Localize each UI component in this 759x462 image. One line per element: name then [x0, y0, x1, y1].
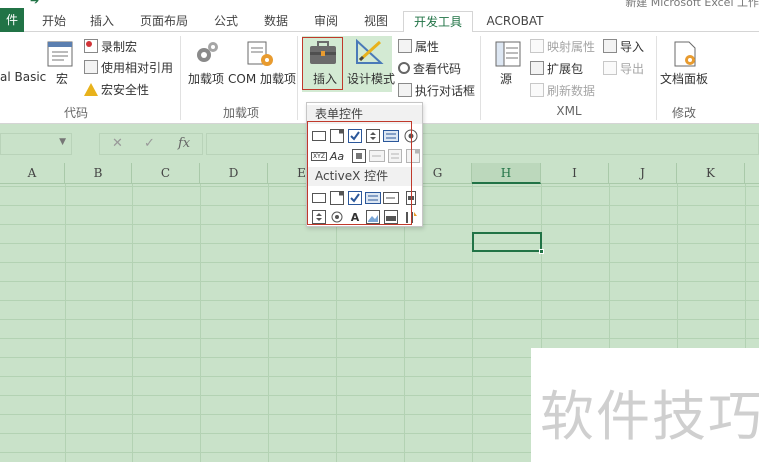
group-divider [180, 36, 181, 120]
export-icon [603, 61, 617, 75]
tab-acrobat[interactable]: ACROBAT [480, 11, 550, 33]
column-header-k[interactable]: K [677, 163, 745, 184]
grid-line [268, 184, 269, 462]
column-header-i[interactable]: I [541, 163, 609, 184]
macro-button[interactable]: 宏 [56, 70, 68, 87]
xml-source-button[interactable]: 源 [500, 70, 512, 87]
tab-review[interactable]: 审阅 [306, 11, 346, 33]
map-properties-icon [530, 39, 544, 53]
gear-icon [197, 42, 218, 62]
addins-group-label: 加载项 [222, 106, 259, 120]
run-dialog-button[interactable]: 执行对话框 [398, 80, 475, 100]
tab-view[interactable]: 视图 [356, 11, 396, 33]
grid-line [200, 184, 201, 462]
tab-insert[interactable]: 插入 [82, 11, 122, 33]
column-header-c[interactable]: C [132, 163, 200, 184]
insert-control-button[interactable]: 插入 [313, 70, 337, 87]
column-header-h[interactable]: H [472, 163, 541, 184]
column-header-a[interactable]: A [0, 163, 65, 184]
refresh-data-button[interactable]: 刷新数据 [530, 80, 595, 100]
title-bar: ➔ 新建 Microsoft Excel 工作 [0, 0, 759, 9]
expansion-packs-icon [530, 61, 544, 75]
xml-group-label: XML [556, 104, 582, 118]
tab-page-layout[interactable]: 页面布局 [132, 11, 196, 33]
cancel-icon[interactable]: ✕ [112, 136, 123, 151]
xml-import-button[interactable]: 导入 [603, 36, 644, 56]
relative-reference-button[interactable]: 使用相对引用 [84, 57, 173, 77]
code-group-label: 代码 [63, 106, 88, 120]
modify-group-label: 修改 [671, 106, 696, 120]
ribbon-tabs: 件 开始 插入 页面布局 公式 数据 审阅 视图 开发工具 ACROBAT [0, 8, 759, 33]
map-properties-button[interactable]: 映射属性 [530, 36, 595, 56]
com-addins-icon [247, 41, 273, 66]
relative-reference-icon [84, 60, 98, 74]
grid-line [132, 184, 133, 462]
quick-access-arrow-icon[interactable]: ➔ [30, 0, 39, 7]
macro-security-button[interactable]: 宏安全性 [84, 79, 149, 99]
com-addins-button[interactable]: COM 加载项 [228, 70, 296, 87]
column-header-d[interactable]: D [200, 163, 268, 184]
warning-icon [84, 82, 98, 96]
selected-cell[interactable] [472, 232, 544, 254]
group-divider [656, 36, 657, 120]
column-header-b[interactable]: B [65, 163, 132, 184]
magnifier-icon [398, 62, 410, 74]
design-mode-button[interactable]: 设计模式 [347, 70, 395, 87]
record-macro-button[interactable]: 录制宏 [84, 36, 137, 56]
grid-line [65, 184, 66, 462]
expansion-packs-button[interactable]: 扩展包 [530, 58, 583, 78]
enter-icon[interactable]: ✓ [144, 136, 155, 151]
visual-basic-button[interactable]: al Basic [0, 70, 46, 84]
properties-button[interactable]: 属性 [398, 36, 439, 56]
chevron-down-icon[interactable]: ▼ [59, 137, 66, 147]
xml-source-icon [495, 41, 521, 67]
name-box[interactable]: ▼ [0, 133, 72, 155]
addins-button[interactable]: 加载项 [188, 70, 224, 87]
import-icon [603, 39, 617, 53]
tab-data[interactable]: 数据 [256, 11, 296, 33]
design-mode-icon [356, 38, 384, 64]
refresh-icon [530, 83, 544, 97]
macro-icon [47, 41, 73, 67]
grid-line [472, 184, 473, 462]
formula-input[interactable] [206, 133, 759, 155]
insert-function-button[interactable]: fx [178, 136, 190, 151]
tab-formulas[interactable]: 公式 [206, 11, 246, 33]
xml-export-button[interactable]: 导出 [603, 58, 644, 78]
fill-handle[interactable] [539, 249, 544, 254]
group-divider [297, 36, 298, 120]
record-macro-icon [84, 39, 98, 53]
group-divider [480, 36, 481, 120]
formula-buttons: ✕ ✓ fx [99, 133, 203, 155]
view-code-button[interactable]: 查看代码 [398, 58, 461, 78]
properties-icon [398, 39, 412, 53]
toolbox-icon [310, 41, 336, 64]
controls-highlight-box [307, 121, 412, 225]
run-dialog-icon [398, 83, 412, 97]
tab-file[interactable]: 件 [0, 8, 24, 32]
document-panel-button[interactable]: 文档面板 [660, 70, 708, 87]
watermark-text: 软件技巧 [540, 385, 759, 448]
tab-home[interactable]: 开始 [34, 11, 74, 33]
document-panel-icon [674, 41, 696, 67]
tab-developer[interactable]: 开发工具 [403, 11, 473, 33]
column-header-j[interactable]: J [609, 163, 677, 184]
